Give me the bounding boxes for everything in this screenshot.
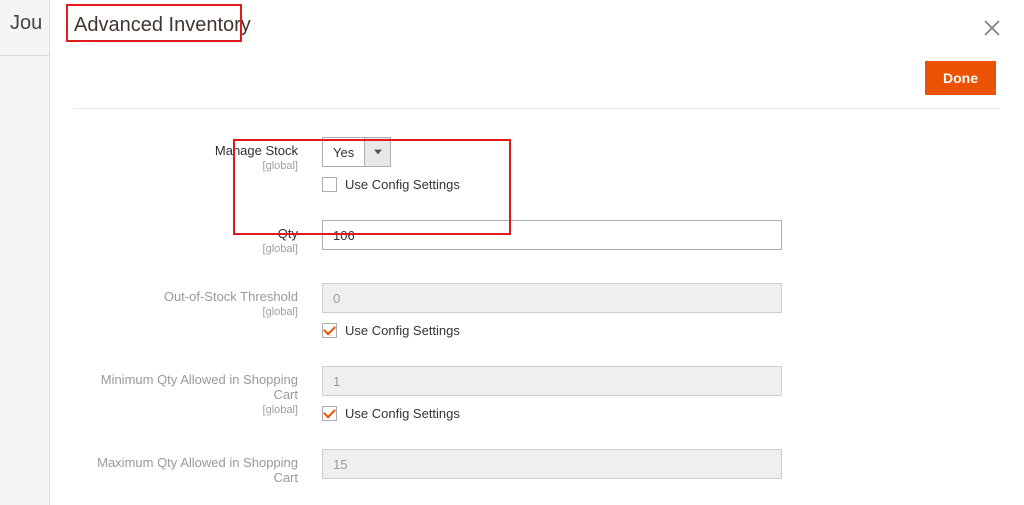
max-qty-cart-control — [322, 449, 782, 479]
oost-control: Use Config Settings — [322, 283, 782, 338]
manage-stock-label-wrap: Manage Stock [global] — [74, 137, 322, 172]
qty-label: Qty — [278, 226, 298, 241]
modal-title: Advanced Inventory — [74, 14, 251, 37]
modal-toolbar: Done — [74, 47, 1000, 109]
oost-scope: [global] — [74, 306, 298, 318]
qty-control — [322, 220, 782, 250]
qty-scope: [global] — [74, 243, 298, 255]
manage-stock-use-config-label: Use Config Settings — [345, 177, 460, 192]
page-behind: Jou — [0, 0, 50, 505]
min-qty-cart-label: Minimum Qty Allowed in Shopping Cart — [101, 372, 298, 402]
field-qty: Qty [global] — [74, 220, 1000, 255]
manage-stock-select[interactable]: Yes — [322, 137, 391, 167]
modal-header: Advanced Inventory — [50, 0, 1024, 47]
min-qty-cart-use-config-label: Use Config Settings — [345, 406, 460, 421]
manage-stock-scope: [global] — [74, 160, 298, 172]
page-title-fragment: Jou — [10, 12, 42, 34]
min-qty-cart-input — [322, 366, 782, 396]
oost-input — [322, 283, 782, 313]
manage-stock-label: Manage Stock — [215, 143, 298, 158]
oost-use-config-checkbox[interactable] — [322, 323, 337, 338]
field-manage-stock: Manage Stock [global] Yes Use Config Set… — [74, 137, 1000, 192]
field-max-qty-cart: Maximum Qty Allowed in Shopping Cart — [74, 449, 1000, 485]
oost-label-wrap: Out-of-Stock Threshold [global] — [74, 283, 322, 318]
manage-stock-use-config-checkbox[interactable] — [322, 177, 337, 192]
advanced-inventory-modal: Advanced Inventory Done Manage Stock [gl… — [50, 0, 1024, 505]
close-icon[interactable] — [982, 18, 1002, 38]
min-qty-cart-use-config-checkbox[interactable] — [322, 406, 337, 421]
manage-stock-control: Yes Use Config Settings — [322, 137, 782, 192]
min-qty-cart-control: Use Config Settings — [322, 366, 782, 421]
oost-use-config-label: Use Config Settings — [345, 323, 460, 338]
page-divider — [0, 55, 50, 56]
form-area: Manage Stock [global] Yes Use Config Set… — [50, 109, 1024, 495]
min-qty-cart-scope: [global] — [74, 404, 298, 416]
chevron-down-icon[interactable] — [364, 138, 390, 166]
done-button[interactable]: Done — [925, 61, 996, 95]
oost-use-config-row: Use Config Settings — [322, 323, 782, 338]
min-qty-cart-label-wrap: Minimum Qty Allowed in Shopping Cart [gl… — [74, 366, 322, 416]
max-qty-cart-input — [322, 449, 782, 479]
max-qty-cart-label-wrap: Maximum Qty Allowed in Shopping Cart — [74, 449, 322, 485]
field-min-qty-cart: Minimum Qty Allowed in Shopping Cart [gl… — [74, 366, 1000, 421]
qty-label-wrap: Qty [global] — [74, 220, 322, 255]
min-qty-cart-use-config-row: Use Config Settings — [322, 406, 782, 421]
manage-stock-use-config-row: Use Config Settings — [322, 177, 782, 192]
qty-input[interactable] — [322, 220, 782, 250]
field-out-of-stock-threshold: Out-of-Stock Threshold [global] Use Conf… — [74, 283, 1000, 338]
manage-stock-value: Yes — [323, 138, 364, 166]
oost-label: Out-of-Stock Threshold — [164, 289, 298, 304]
max-qty-cart-label: Maximum Qty Allowed in Shopping Cart — [97, 455, 298, 485]
